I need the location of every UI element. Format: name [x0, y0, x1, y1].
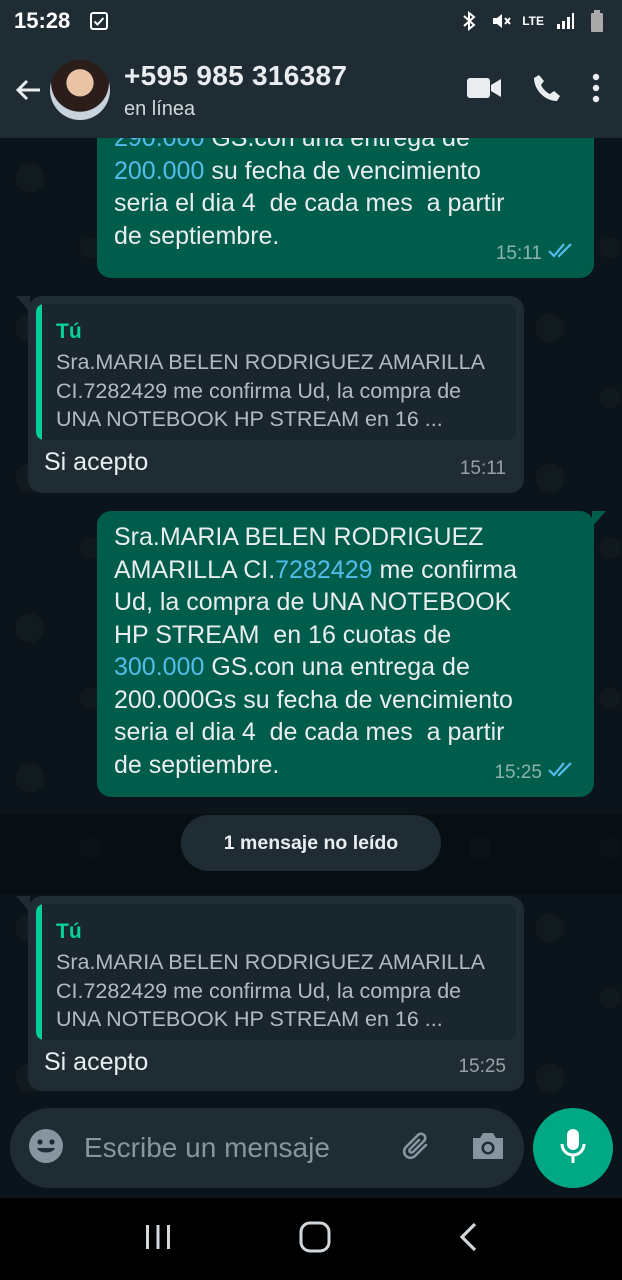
- message-time: 15:25: [494, 761, 542, 783]
- message-bubble-incoming[interactable]: Tú Sra.MARIA BELEN RODRIGUEZ AMARILLA CI…: [16, 896, 524, 1091]
- quote-author: Tú: [56, 320, 82, 343]
- message-text: Sra.MARIA BELEN RODRIGUEZ AMARILLA CI.72…: [114, 521, 594, 781]
- message-text: Si acepto: [44, 1048, 149, 1076]
- message-bubble-outgoing[interactable]: 290.000 GS.con una entrega de 200.000 su…: [97, 138, 594, 278]
- voice-message-button[interactable]: [533, 1108, 613, 1188]
- attach-icon[interactable]: [400, 1129, 434, 1168]
- contact-avatar[interactable]: [50, 60, 110, 120]
- link-number[interactable]: 300.000: [114, 653, 204, 681]
- video-call-icon[interactable]: [466, 75, 502, 106]
- message-meta: 15:25: [494, 757, 576, 790]
- message-text: 290.000 GS.con una entrega de 200.000 su…: [114, 138, 594, 252]
- quoted-message[interactable]: Tú Sra.MARIA BELEN RODRIGUEZ AMARILLA CI…: [36, 304, 516, 440]
- checkbox-notification-icon: [88, 10, 110, 32]
- signal-icon: [554, 10, 576, 32]
- message-bubble-outgoing[interactable]: Sra.MARIA BELEN RODRIGUEZ AMARILLA CI.72…: [97, 511, 606, 797]
- contact-name: +595 985 316387: [124, 59, 348, 91]
- link-number[interactable]: 7282429: [275, 556, 372, 584]
- camera-icon[interactable]: [470, 1131, 506, 1166]
- status-bar: 15:28 LTE: [0, 0, 622, 42]
- chat-area[interactable]: 290.000 GS.con una entrega de 200.000 su…: [0, 138, 622, 1100]
- mute-icon: [490, 10, 512, 32]
- message-composer[interactable]: Escribe un mensaje: [10, 1108, 524, 1188]
- home-icon[interactable]: [298, 1220, 332, 1259]
- link-number[interactable]: 200.000: [114, 157, 204, 185]
- message-bubble-incoming[interactable]: Tú Sra.MARIA BELEN RODRIGUEZ AMARILLA CI…: [16, 296, 524, 493]
- message-time: 15:25: [458, 1055, 506, 1077]
- contact-status: en línea: [124, 97, 196, 120]
- link-number[interactable]: 290.000: [114, 138, 204, 152]
- read-ticks-icon: [548, 238, 576, 271]
- message-meta: 15:25: [458, 1051, 506, 1084]
- quote-author: Tú: [56, 920, 82, 943]
- message-input[interactable]: Escribe un mensaje: [84, 1132, 400, 1164]
- message-text: Si acepto: [44, 448, 149, 476]
- message-time: 15:11: [495, 242, 542, 264]
- message-time: 15:11: [459, 457, 506, 479]
- network-lte-label: LTE: [522, 14, 544, 28]
- message-meta: 15:11: [496, 238, 576, 271]
- message-meta: 15:11: [460, 453, 506, 486]
- contact-info[interactable]: +595 985 316387 en línea: [124, 60, 347, 121]
- voice-call-icon[interactable]: [532, 73, 562, 108]
- quote-text: Sra.MARIA BELEN RODRIGUEZ AMARILLA CI.72…: [56, 950, 484, 1031]
- emoji-icon[interactable]: [28, 1128, 64, 1169]
- back-nav-icon[interactable]: [457, 1221, 479, 1258]
- bubble-tail: [16, 296, 30, 312]
- status-time: 15:28: [14, 8, 71, 33]
- chat-header: +595 985 316387 en línea: [0, 42, 622, 138]
- bubble-tail: [592, 511, 606, 527]
- bubble-tail: [16, 896, 30, 912]
- quote-accent-bar: [36, 304, 42, 440]
- system-nav-bar: [0, 1198, 622, 1280]
- back-arrow-icon[interactable]: [0, 42, 56, 138]
- quote-text: Sra.MARIA BELEN RODRIGUEZ AMARILLA CI.72…: [56, 350, 484, 431]
- quoted-message[interactable]: Tú Sra.MARIA BELEN RODRIGUEZ AMARILLA CI…: [36, 904, 516, 1040]
- unread-messages-banner: 1 mensaje no leído: [181, 815, 441, 871]
- recent-apps-icon[interactable]: [143, 1222, 173, 1257]
- quote-accent-bar: [36, 904, 42, 1040]
- read-ticks-icon: [548, 757, 576, 790]
- bluetooth-icon: [458, 10, 480, 32]
- battery-icon: [586, 10, 608, 32]
- microphone-icon: [559, 1128, 587, 1169]
- text-segment: GS.con una entrega de: [211, 138, 470, 152]
- more-options-icon[interactable]: [592, 73, 600, 108]
